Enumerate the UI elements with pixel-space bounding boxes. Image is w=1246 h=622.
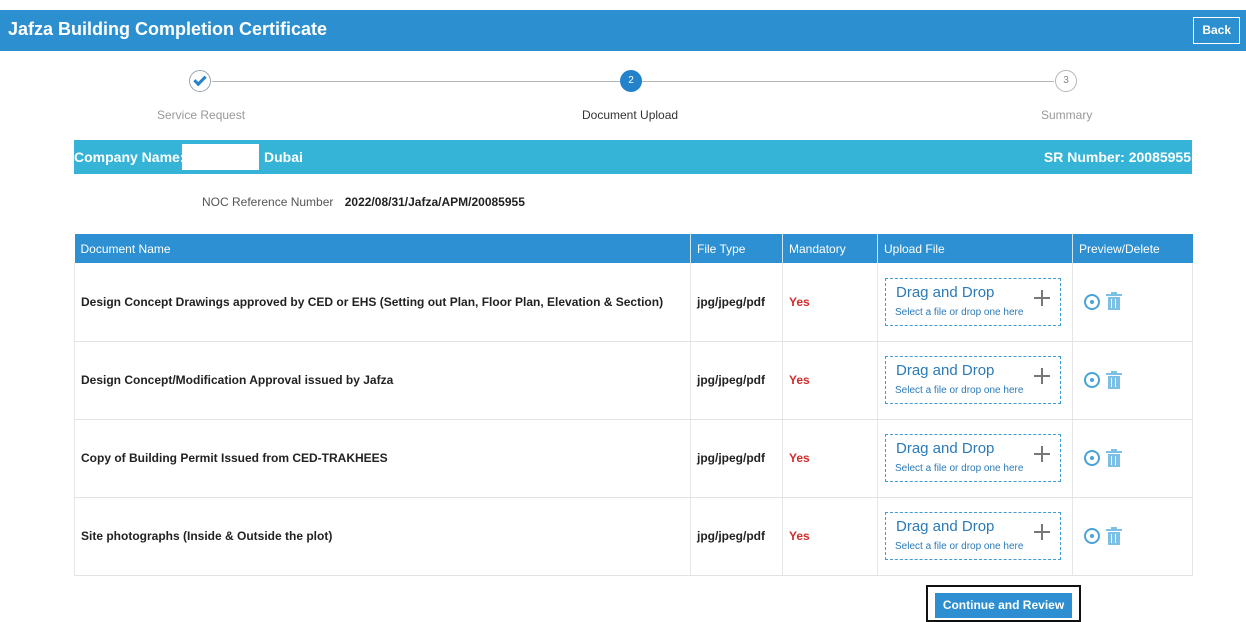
preview-icon[interactable] [1084,372,1100,388]
step-label-summary: Summary [1041,108,1093,122]
upload-cell: Drag and Drop Select a file or drop one … [877,497,1073,576]
header-document-name: Document Name [74,234,691,263]
step-connector [212,81,620,82]
back-button[interactable]: Back [1193,17,1240,44]
dropzone-title: Drag and Drop [896,518,995,535]
trash-icon[interactable] [1106,292,1122,311]
header-bar: Jafza Building Completion Certificate Ba… [0,10,1246,51]
dropzone-title: Drag and Drop [896,440,995,457]
noc-value: 2022/08/31/Jafza/APM/20085955 [344,195,525,209]
step-3-indicator: 3 [1055,70,1077,92]
table-header-row: Document Name File Type Mandatory Upload… [74,234,1193,263]
upload-cell: Drag and Drop Select a file or drop one … [877,341,1073,420]
file-dropzone[interactable]: Drag and Drop Select a file or drop one … [885,512,1061,560]
mandatory-flag: Yes [782,497,878,576]
step-connector [642,81,1054,82]
file-dropzone[interactable]: Drag and Drop Select a file or drop one … [885,277,1061,326]
file-type: jpg/jpeg/pdf [690,419,783,498]
step-2-indicator: 2 [620,70,642,92]
plus-icon[interactable] [1034,524,1050,540]
step-1-check-icon [189,70,211,92]
plus-icon[interactable] [1034,289,1050,306]
company-info-bar: Company Name: Dubai SR Number: 20085955 [74,140,1192,174]
plus-icon[interactable] [1034,446,1050,462]
company-name-label: Company Name: [74,149,185,165]
redacted-company-name [182,144,259,170]
sr-number: SR Number: 20085955 [1043,149,1191,165]
document-name: Design Concept Drawings approved by CED … [74,263,691,342]
noc-label: NOC Reference Number [202,195,334,209]
preview-delete-cell [1072,419,1193,498]
preview-icon[interactable] [1084,528,1100,544]
progress-stepper: 2 3 Service Request Document Upload Summ… [0,60,1246,130]
preview-icon[interactable] [1084,293,1100,310]
dropzone-subtitle: Select a file or drop one here [895,306,1024,318]
dropzone-subtitle: Select a file or drop one here [895,385,1024,396]
table-row: Copy of Building Permit Issued from CED-… [74,419,1193,498]
continue-and-review-button[interactable]: Continue and Review [935,593,1072,618]
step-label-document-upload: Document Upload [582,108,679,122]
header-file-type: File Type [690,234,783,263]
document-name: Copy of Building Permit Issued from CED-… [74,419,691,498]
mandatory-flag: Yes [782,419,878,498]
mandatory-flag: Yes [782,341,878,420]
upload-cell: Drag and Drop Select a file or drop one … [877,419,1073,498]
company-city: Dubai [264,149,303,165]
preview-delete-cell [1072,497,1193,576]
file-type: jpg/jpeg/pdf [690,341,783,420]
dropzone-title: Drag and Drop [896,362,995,379]
step-label-service-request: Service Request [157,108,246,122]
documents-table: Document Name File Type Mandatory Upload… [74,234,1193,576]
file-dropzone[interactable]: Drag and Drop Select a file or drop one … [885,434,1061,482]
document-name: Site photographs (Inside & Outside the p… [74,497,691,576]
header-upload-file: Upload File [877,234,1073,263]
trash-icon[interactable] [1106,448,1122,467]
table-row: Design Concept/Modification Approval iss… [74,341,1193,420]
continue-button-highlight: Continue and Review [926,585,1081,622]
table-row: Design Concept Drawings approved by CED … [74,263,1193,342]
trash-icon[interactable] [1106,526,1122,545]
dropzone-subtitle: Select a file or drop one here [895,463,1024,474]
dropzone-title: Drag and Drop [896,283,995,301]
dropzone-subtitle: Select a file or drop one here [895,541,1024,552]
preview-delete-cell [1072,341,1193,420]
header-preview-delete: Preview/Delete [1072,234,1193,263]
preview-delete-cell [1072,263,1193,342]
file-type: jpg/jpeg/pdf [690,497,783,576]
upload-cell: Drag and Drop Select a file or drop one … [877,263,1073,342]
page-title: Jafza Building Completion Certificate [8,19,328,39]
header-mandatory: Mandatory [782,234,878,263]
file-dropzone[interactable]: Drag and Drop Select a file or drop one … [885,356,1061,404]
preview-icon[interactable] [1084,450,1100,466]
document-name: Design Concept/Modification Approval iss… [74,341,691,420]
noc-reference: NOC Reference Number 2022/08/31/Jafza/AP… [202,195,525,209]
table-row: Site photographs (Inside & Outside the p… [74,497,1193,576]
plus-icon[interactable] [1034,368,1050,384]
trash-icon[interactable] [1106,370,1122,389]
file-type: jpg/jpeg/pdf [690,263,783,342]
mandatory-flag: Yes [782,263,878,342]
